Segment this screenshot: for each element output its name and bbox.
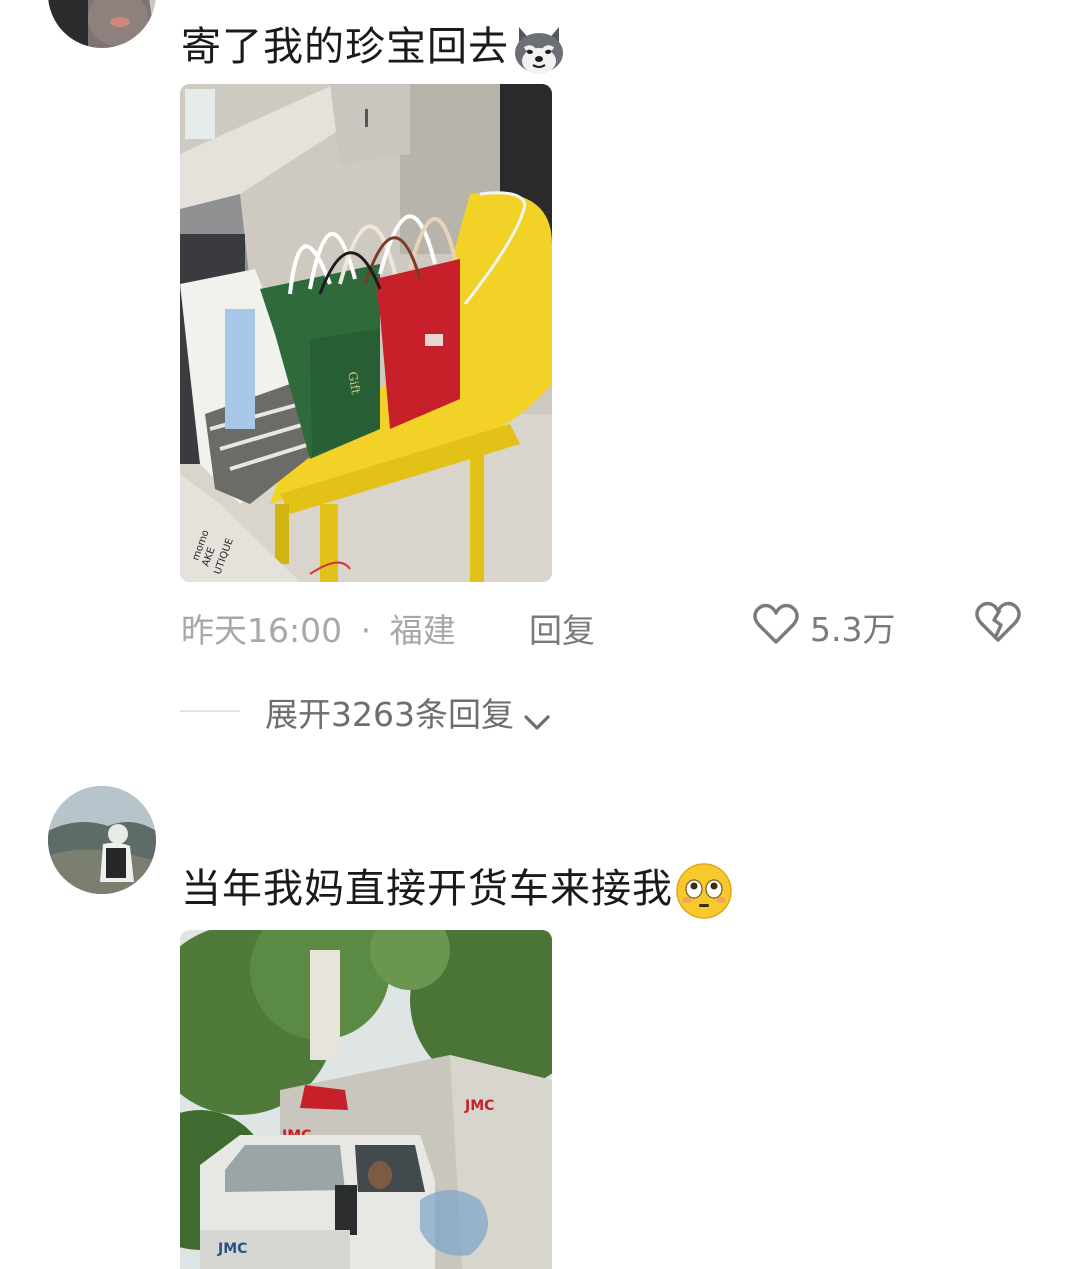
chevron-down-icon [524, 714, 550, 730]
meta-separator: · [360, 611, 372, 650]
reply-button[interactable]: 回复 [529, 604, 595, 652]
expand-divider-line [180, 710, 240, 712]
shopping-bags-photo: Gift momo AKE UTIQUE [180, 84, 552, 582]
like-button[interactable]: 5.3万 [752, 600, 912, 650]
husky-dog-icon [511, 21, 567, 77]
comment-body: 当年我妈直接开货车来接我 [181, 866, 673, 912]
comment-photo[interactable]: JMC JMC JMC [180, 930, 552, 1269]
comment-text: 寄了我的珍宝回去 [181, 14, 567, 77]
expand-replies-label: 展开3263条回复 [265, 695, 514, 734]
comment-location: 福建 [389, 611, 456, 650]
svg-text:JMC: JMC [464, 1098, 494, 1114]
avatar-landscape-icon [48, 786, 156, 894]
comment-meta: 昨天16:00 · 福建 [181, 604, 456, 652]
comment-photo[interactable]: Gift momo AKE UTIQUE [180, 84, 552, 582]
expand-replies-button[interactable]: 展开3263条回复 [265, 688, 553, 736]
svg-text:JMC: JMC [217, 1241, 247, 1257]
comment-body: 寄了我的珍宝回去 [181, 24, 509, 70]
truck-photo: JMC JMC JMC [180, 930, 552, 1269]
dislike-button[interactable] [974, 600, 1024, 650]
heart-icon [753, 603, 799, 644]
user-avatar[interactable] [48, 0, 156, 48]
flushed-face-icon [675, 862, 733, 920]
comment-time: 昨天16:00 [181, 611, 343, 650]
broken-heart-icon [975, 601, 1021, 642]
like-count: 5.3万 [810, 610, 896, 649]
user-avatar[interactable] [48, 786, 156, 894]
comment-text: 当年我妈直接开货车来接我 [181, 856, 733, 920]
avatar-portrait-icon [48, 0, 156, 48]
